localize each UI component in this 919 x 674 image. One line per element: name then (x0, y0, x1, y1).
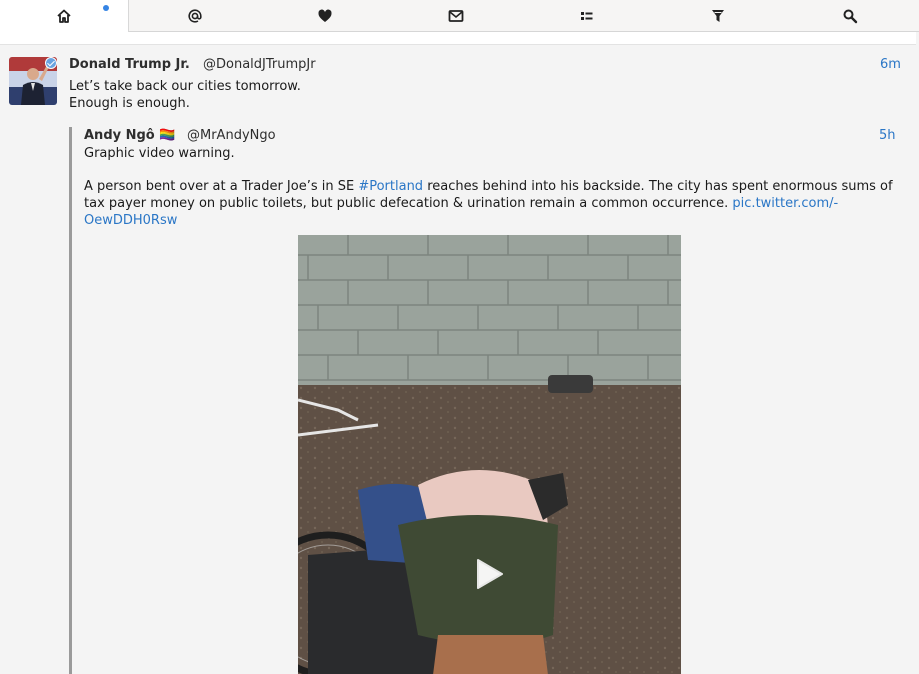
tab-search[interactable] (784, 0, 916, 31)
quote-body-text: A person bent over at a Trader Joe’s in … (84, 179, 359, 194)
play-icon[interactable] (476, 558, 504, 594)
unread-indicator-icon (103, 5, 109, 11)
quote-warning: Graphic video warning. (84, 146, 235, 161)
video-thumbnail[interactable] (298, 235, 681, 674)
tweet-line: Enough is enough. (69, 96, 190, 111)
mail-icon (448, 8, 464, 24)
hashtag-link[interactable]: #Portland (358, 179, 423, 194)
tab-favorites[interactable] (260, 0, 390, 31)
tab-home[interactable] (0, 0, 129, 32)
heart-icon (317, 8, 333, 24)
tab-messages[interactable] (390, 0, 522, 31)
quote-time[interactable]: 5h (879, 128, 896, 143)
author-handle[interactable]: @DonaldJTrumpJr (203, 57, 316, 72)
tweet-line: Let’s take back our cities tomorrow. (69, 79, 301, 94)
top-toolbar (0, 0, 919, 32)
tweet-time[interactable]: 6m (880, 57, 901, 72)
search-icon (842, 8, 858, 24)
quote-divider (69, 127, 72, 674)
quote-body: A person bent over at a Trader Joe’s in … (84, 178, 896, 229)
tab-lists[interactable] (522, 0, 652, 31)
at-icon (187, 8, 203, 24)
author-name[interactable]: Donald Trump Jr. (69, 57, 190, 72)
quote-author-handle[interactable]: @MrAndyNgo (187, 128, 276, 143)
tab-mentions[interactable] (129, 0, 260, 31)
tab-filters[interactable] (652, 0, 784, 31)
home-icon (56, 8, 72, 24)
timeline[interactable]: Donald Trump Jr. @DonaldJTrumpJr 6m Let’… (0, 45, 917, 674)
verified-badge-icon (45, 57, 57, 69)
list-icon (579, 8, 595, 24)
filter-icon (710, 8, 726, 24)
quote-author-name[interactable]: Andy Ngô 🏳️‍🌈 (84, 128, 175, 143)
tweet-text: Let’s take back our cities tomorrow. Eno… (69, 78, 301, 112)
header-strip (0, 32, 916, 45)
